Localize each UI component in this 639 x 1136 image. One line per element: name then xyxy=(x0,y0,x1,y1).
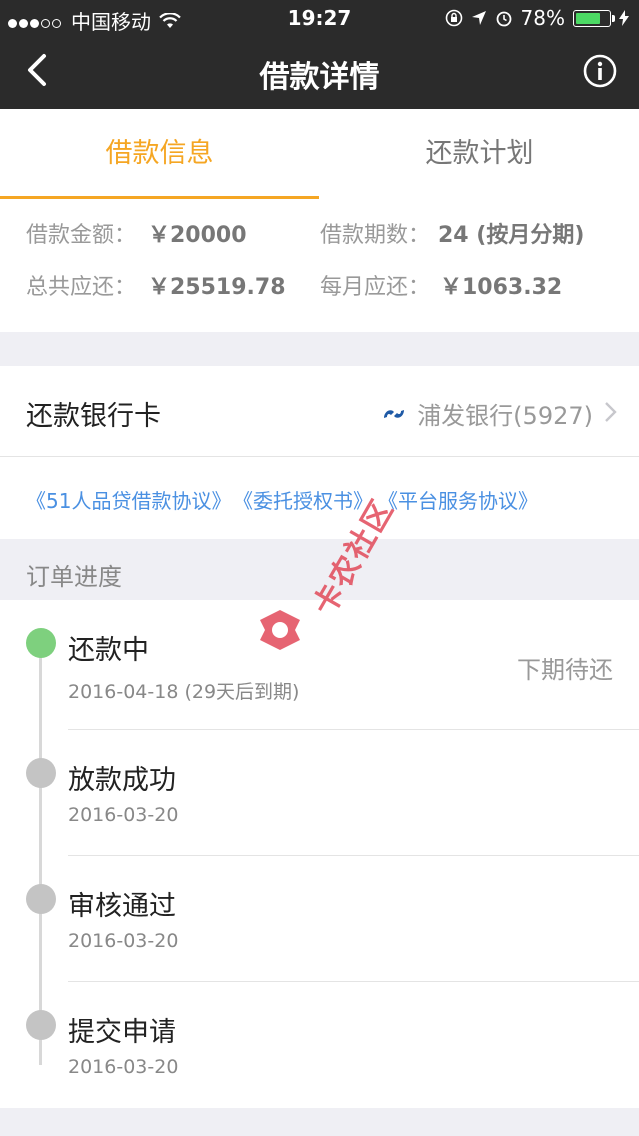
step-dot xyxy=(26,758,56,788)
step-date: 2016-03-20 xyxy=(68,804,179,826)
tab-repayment-plan-label: 还款计划 xyxy=(425,138,534,169)
step-dot xyxy=(26,1010,56,1040)
step-name: 审核通过 xyxy=(68,891,176,922)
step-date: 2016-03-20 xyxy=(68,1056,179,1078)
watermark-logo-icon xyxy=(260,610,300,650)
charging-bolt-icon xyxy=(619,10,629,26)
info-icon[interactable] xyxy=(583,54,617,88)
tab-loan-info-label: 借款信息 xyxy=(105,138,214,169)
nav-bar: 借款详情 xyxy=(0,34,639,109)
timeline-line xyxy=(39,645,42,1065)
step-divider xyxy=(68,981,639,982)
rotation-lock-icon xyxy=(445,9,462,27)
tab-repayment-plan[interactable]: 还款计划 xyxy=(320,109,639,199)
step-name: 还款中 xyxy=(68,635,149,666)
step-dot xyxy=(26,884,56,914)
chevron-right-icon xyxy=(605,402,617,422)
loan-periods-label: 借款期数： xyxy=(320,223,431,248)
loan-info-panel: 借款金额： ￥20000 借款期数： 24 (按月分期) 总共应还： ￥2551… xyxy=(0,199,639,332)
step-divider xyxy=(68,729,639,730)
link-service-agreement[interactable]: 《平台服务协议》 xyxy=(378,485,538,514)
tab-loan-info[interactable]: 借款信息 xyxy=(0,109,319,199)
bank-name: 浦发银行(5927) xyxy=(417,402,593,430)
tab-bar: 借款信息 还款计划 xyxy=(0,109,639,199)
watermark: 卡农社区 xyxy=(250,480,401,660)
page-title: 借款详情 xyxy=(259,60,380,95)
monthly-repay-value: ￥1063.32 xyxy=(440,275,563,300)
order-progress-timeline: 还款中 2016-04-18 (29天后到期) 下期待还 放款成功 2016-0… xyxy=(0,600,639,1108)
status-right: 78% xyxy=(445,6,629,30)
battery-percent: 78% xyxy=(520,6,565,30)
step-name: 放款成功 xyxy=(68,765,176,796)
step-date: 2016-03-20 xyxy=(68,930,179,952)
step-date: 2016-04-18 (29天后到期) xyxy=(68,681,300,703)
step-divider xyxy=(68,855,639,856)
step-status: 下期待还 xyxy=(517,656,613,684)
loan-amount-value: ￥20000 xyxy=(148,223,247,248)
order-progress-title: 订单进度 xyxy=(26,563,122,591)
monthly-repay-label: 每月应还： xyxy=(320,275,431,300)
step-name: 提交申请 xyxy=(68,1017,176,1048)
repayment-bank-card-row[interactable]: 还款银行卡 浦发银行(5927) xyxy=(0,366,639,457)
bank-card-label: 还款银行卡 xyxy=(26,401,161,432)
location-arrow-icon xyxy=(471,11,486,25)
loan-amount-label: 借款金额： xyxy=(26,223,137,248)
step-dot-active xyxy=(26,628,56,658)
total-repay-value: ￥25519.78 xyxy=(148,275,286,300)
bank-info: 浦发银行(5927) xyxy=(381,396,593,431)
watermark-text: 卡农社区 xyxy=(306,493,402,622)
link-loan-agreement[interactable]: 《51人品贷借款协议》 xyxy=(26,485,231,514)
loan-periods-value: 24 (按月分期) xyxy=(438,223,585,248)
spdb-logo-icon xyxy=(384,409,405,418)
alarm-icon xyxy=(496,11,511,27)
battery-icon xyxy=(573,9,615,27)
status-bar: 中国移动 19:27 78% xyxy=(0,0,639,34)
total-repay-label: 总共应还： xyxy=(26,275,137,300)
